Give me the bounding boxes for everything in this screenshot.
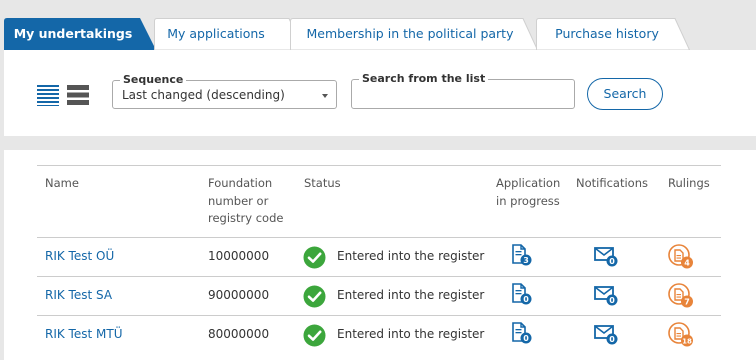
application-document-icon[interactable]: 0 bbox=[512, 283, 532, 305]
tab-label: My undertakings bbox=[13, 26, 133, 41]
sequence-value: Last changed (descending) bbox=[122, 88, 285, 102]
check-circle-icon bbox=[303, 324, 326, 347]
undertaking-name-link[interactable]: RIK Test OÜ bbox=[45, 249, 114, 263]
ruling-document-icon[interactable]: 18 bbox=[668, 322, 695, 348]
application-document-icon[interactable]: 0 bbox=[512, 322, 532, 344]
notification-count: 0 bbox=[609, 335, 615, 344]
header-text: Rulings bbox=[668, 176, 710, 190]
column-header-code: Foundation number or registry code bbox=[208, 175, 283, 228]
ruling-count: 18 bbox=[682, 338, 692, 346]
application-count: 0 bbox=[523, 334, 529, 343]
tab-label: My applications bbox=[167, 26, 265, 41]
header-text: Status bbox=[304, 176, 341, 190]
header-text: Application bbox=[496, 176, 561, 190]
chevron-down-icon bbox=[322, 94, 328, 98]
undertakings-table-panel: Name Foundation number or registry code … bbox=[4, 150, 756, 360]
status-text: Entered into the register bbox=[337, 327, 485, 341]
block-view-icon[interactable] bbox=[67, 84, 89, 106]
sequence-label: Sequence bbox=[120, 73, 187, 87]
header-text: Name bbox=[45, 176, 79, 190]
tab-label: Purchase history bbox=[555, 26, 659, 41]
table-row: RIK Test SA 90000000 Entered into the re… bbox=[37, 276, 721, 315]
column-header-status: Status bbox=[304, 175, 341, 193]
list-view-icon[interactable] bbox=[37, 84, 59, 106]
filter-panel: Sequence Last changed (descending) Searc… bbox=[4, 50, 756, 136]
registry-code: 90000000 bbox=[208, 288, 270, 302]
header-text: in progress bbox=[496, 193, 560, 208]
header-text: Foundation bbox=[208, 176, 273, 190]
ruling-count: 7 bbox=[684, 298, 690, 307]
tab-my-applications[interactable]: My applications bbox=[154, 18, 304, 50]
application-count: 0 bbox=[523, 295, 529, 304]
search-input[interactable] bbox=[352, 80, 574, 108]
tab-label: Membership in the political party bbox=[306, 26, 514, 41]
envelope-icon[interactable]: 0 bbox=[594, 323, 619, 345]
envelope-icon[interactable]: 0 bbox=[594, 245, 619, 267]
column-header-rulings: Rulings bbox=[668, 175, 710, 193]
table-row: RIK Test MTÜ 80000000 Entered into the r… bbox=[37, 315, 721, 354]
registry-code: 80000000 bbox=[208, 327, 270, 341]
table-row: RIK Test OÜ 10000000 Entered into the re… bbox=[37, 237, 721, 276]
status-text: Entered into the register bbox=[337, 288, 485, 302]
ruling-count: 4 bbox=[684, 259, 690, 268]
header-text: Notifications bbox=[576, 176, 648, 190]
tab-purchase-history[interactable]: Purchase history bbox=[536, 18, 690, 50]
check-circle-icon bbox=[303, 285, 326, 308]
search-button[interactable]: Search bbox=[587, 78, 663, 110]
status-text: Entered into the register bbox=[337, 249, 485, 263]
sequence-select[interactable]: Sequence Last changed (descending) bbox=[112, 73, 337, 109]
column-header-name: Name bbox=[45, 175, 79, 193]
application-count: 3 bbox=[523, 256, 529, 265]
tab-my-undertakings[interactable]: My undertakings bbox=[4, 18, 156, 50]
tab-membership-political-party[interactable]: Membership in the political party bbox=[290, 18, 538, 50]
column-header-notifications: Notifications bbox=[576, 175, 648, 193]
undertakings-table: Name Foundation number or registry code … bbox=[37, 165, 721, 347]
column-header-application: Application in progress bbox=[496, 175, 560, 210]
search-field: Search from the list bbox=[351, 72, 575, 109]
ruling-document-icon[interactable]: 7 bbox=[668, 283, 695, 309]
envelope-icon[interactable]: 0 bbox=[594, 284, 619, 306]
header-text: number or bbox=[208, 193, 269, 208]
application-document-icon[interactable]: 3 bbox=[512, 244, 532, 266]
ruling-document-icon[interactable]: 4 bbox=[668, 244, 695, 270]
tab-bar: My undertakings My applications Membersh… bbox=[4, 18, 704, 50]
notification-count: 0 bbox=[609, 257, 615, 266]
notification-count: 0 bbox=[609, 296, 615, 305]
undertaking-name-link[interactable]: RIK Test MTÜ bbox=[45, 327, 122, 341]
header-text: registry code bbox=[208, 211, 284, 225]
registry-code: 10000000 bbox=[208, 249, 270, 263]
undertaking-name-link[interactable]: RIK Test SA bbox=[45, 288, 112, 302]
check-circle-icon bbox=[303, 246, 326, 269]
